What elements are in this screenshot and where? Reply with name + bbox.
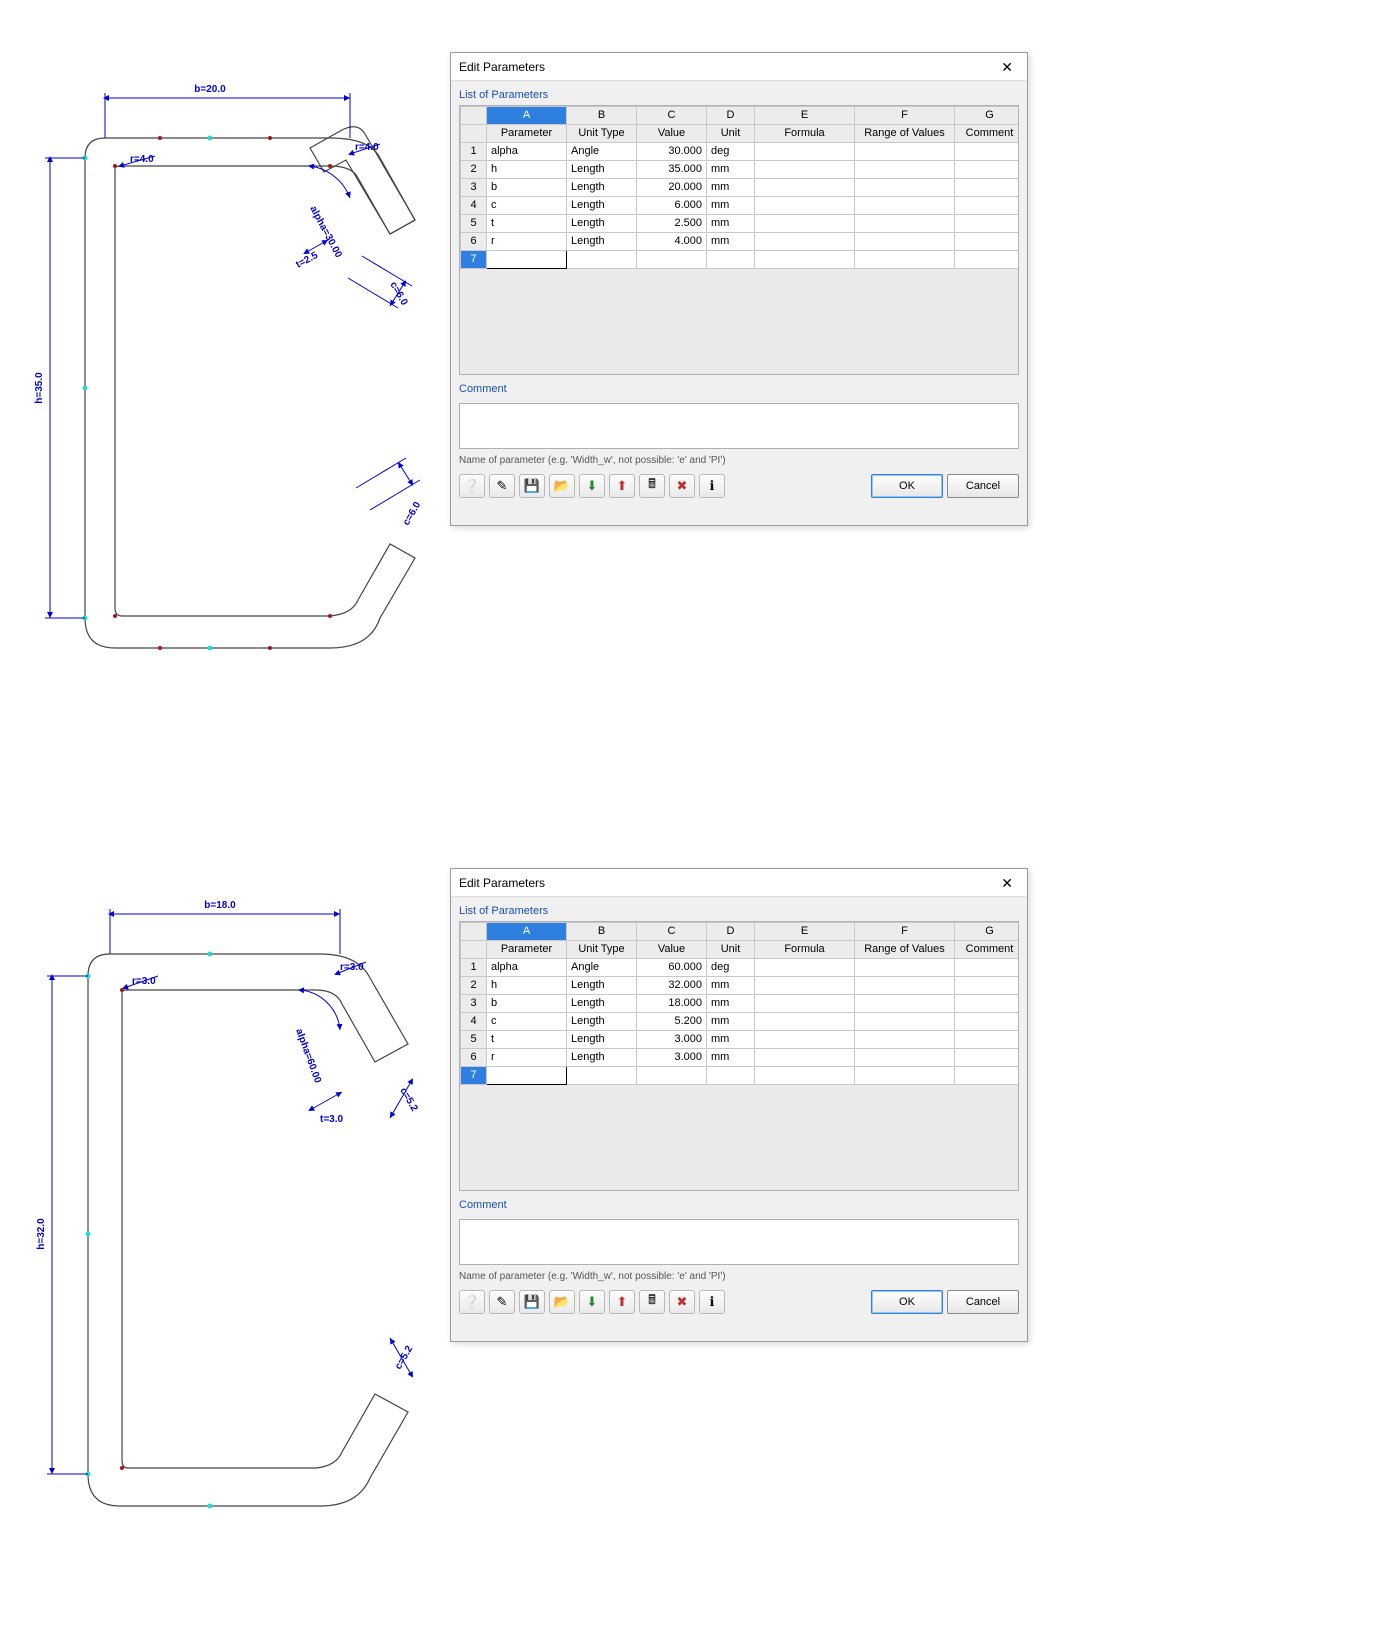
col-letter-E[interactable]: E <box>755 923 855 941</box>
calc-icon[interactable]: 🖩 <box>639 1290 665 1314</box>
hint-text: Name of parameter (e.g. 'Width_w', not p… <box>459 1271 1019 1282</box>
dim-c-bot: c=5.2 <box>393 1344 415 1372</box>
col-range: Range of Values <box>855 941 955 959</box>
dim-c-bot: c=6.0 <box>401 500 423 528</box>
list-of-parameters-label: List of Parameters <box>459 89 1019 101</box>
excel-import-icon[interactable]: ⬇ <box>579 1290 605 1314</box>
col-range: Range of Values <box>855 125 955 143</box>
cancel-button[interactable]: Cancel <box>947 1290 1019 1314</box>
col-unit: Unit <box>707 941 755 959</box>
col-formula: Formula <box>755 125 855 143</box>
info-icon[interactable]: ℹ <box>699 1290 725 1314</box>
cancel-button[interactable]: Cancel <box>947 474 1019 498</box>
dim-b: b=20.0 <box>194 84 226 95</box>
help-icon[interactable]: ❔ <box>459 1290 485 1314</box>
col-unit: Unit <box>707 125 755 143</box>
table-row[interactable]: 6rLength3.000mm <box>461 1049 1020 1067</box>
dialog-title: Edit Parameters <box>459 53 545 81</box>
dim-h: h=32.0 <box>36 1218 47 1250</box>
edit-icon[interactable]: ✎ <box>489 1290 515 1314</box>
dim-t: t=3.0 <box>320 1114 344 1125</box>
col-letter-C[interactable]: C <box>637 107 707 125</box>
delete-icon[interactable]: ✖ <box>669 1290 695 1314</box>
delete-icon[interactable]: ✖ <box>669 474 695 498</box>
info-icon[interactable]: ℹ <box>699 474 725 498</box>
table-row[interactable]: 1alphaAngle30.000deg <box>461 143 1020 161</box>
table-row[interactable]: 2hLength35.000mm <box>461 161 1020 179</box>
col-letter-G[interactable]: G <box>955 107 1020 125</box>
ok-button[interactable]: OK <box>871 1290 943 1314</box>
save-icon[interactable]: 💾 <box>519 474 545 498</box>
col-letter-C[interactable]: C <box>637 923 707 941</box>
table-row[interactable]: 1alphaAngle60.000deg <box>461 959 1020 977</box>
table-row[interactable]: 2hLength32.000mm <box>461 977 1020 995</box>
col-letter-D[interactable]: D <box>707 107 755 125</box>
save-icon[interactable]: 💾 <box>519 1290 545 1314</box>
open-icon[interactable]: 📂 <box>549 474 575 498</box>
excel-import-icon[interactable]: ⬇ <box>579 474 605 498</box>
close-icon[interactable]: ✕ <box>995 869 1019 897</box>
col-parameter: Parameter <box>487 941 567 959</box>
dim-h: h=35.0 <box>34 372 45 404</box>
col-comment: Comment <box>955 941 1020 959</box>
open-icon[interactable]: 📂 <box>549 1290 575 1314</box>
col-letter-A[interactable]: A <box>487 923 567 941</box>
section-drawing-1: b=20.0 h=35.0 r=4.0 r=4.0 alpha=30.00 t=… <box>10 0 440 816</box>
section-drawing-2: b=18.0 h=32.0 r=3.0 r=3.0 alpha=60.00 t=… <box>10 816 440 1632</box>
col-comment: Comment <box>955 125 1020 143</box>
table-row-empty[interactable]: 7 <box>461 251 1020 269</box>
col-parameter: Parameter <box>487 125 567 143</box>
hint-text: Name of parameter (e.g. 'Width_w', not p… <box>459 455 1019 466</box>
col-value: Value <box>637 125 707 143</box>
table-row[interactable]: 3bLength20.000mm <box>461 179 1020 197</box>
list-of-parameters-label: List of Parameters <box>459 905 1019 917</box>
edit-parameters-dialog-2: Edit Parameters ✕ List of Parameters A B… <box>450 868 1028 1342</box>
col-value: Value <box>637 941 707 959</box>
table-row[interactable]: 5tLength3.000mm <box>461 1031 1020 1049</box>
parameters-grid[interactable]: A B C D E F G Parameter Unit Type Value <box>459 105 1019 375</box>
col-letter-B[interactable]: B <box>567 107 637 125</box>
table-row[interactable]: 3bLength18.000mm <box>461 995 1020 1013</box>
close-icon[interactable]: ✕ <box>995 53 1019 81</box>
col-letter-A[interactable]: A <box>487 107 567 125</box>
col-letter-B[interactable]: B <box>567 923 637 941</box>
dim-b: b=18.0 <box>204 900 236 911</box>
col-letter-D[interactable]: D <box>707 923 755 941</box>
edit-parameters-dialog-1: Edit Parameters ✕ List of Parameters A B… <box>450 52 1028 526</box>
col-unit-type: Unit Type <box>567 941 637 959</box>
table-row-empty[interactable]: 7 <box>461 1067 1020 1085</box>
excel-export-icon[interactable]: ⬆ <box>609 1290 635 1314</box>
dialog-title: Edit Parameters <box>459 869 545 897</box>
col-formula: Formula <box>755 941 855 959</box>
col-letter-E[interactable]: E <box>755 107 855 125</box>
calc-icon[interactable]: 🖩 <box>639 474 665 498</box>
col-letter-F[interactable]: F <box>855 107 955 125</box>
comment-input[interactable] <box>459 1219 1019 1265</box>
comment-input[interactable] <box>459 403 1019 449</box>
table-row[interactable]: 5tLength2.500mm <box>461 215 1020 233</box>
ok-button[interactable]: OK <box>871 474 943 498</box>
parameters-grid[interactable]: A B C D E F G Parameter Unit Type Value <box>459 921 1019 1191</box>
col-letter-F[interactable]: F <box>855 923 955 941</box>
dim-t: t=2.5 <box>294 250 320 271</box>
dim-alpha: alpha=60.00 <box>293 1027 323 1085</box>
comment-label: Comment <box>459 383 1019 395</box>
edit-icon[interactable]: ✎ <box>489 474 515 498</box>
comment-label: Comment <box>459 1199 1019 1211</box>
col-letter-G[interactable]: G <box>955 923 1020 941</box>
table-row[interactable]: 4cLength6.000mm <box>461 197 1020 215</box>
table-row[interactable]: 4cLength5.200mm <box>461 1013 1020 1031</box>
col-unit-type: Unit Type <box>567 125 637 143</box>
help-icon[interactable]: ❔ <box>459 474 485 498</box>
excel-export-icon[interactable]: ⬆ <box>609 474 635 498</box>
table-row[interactable]: 6rLength4.000mm <box>461 233 1020 251</box>
